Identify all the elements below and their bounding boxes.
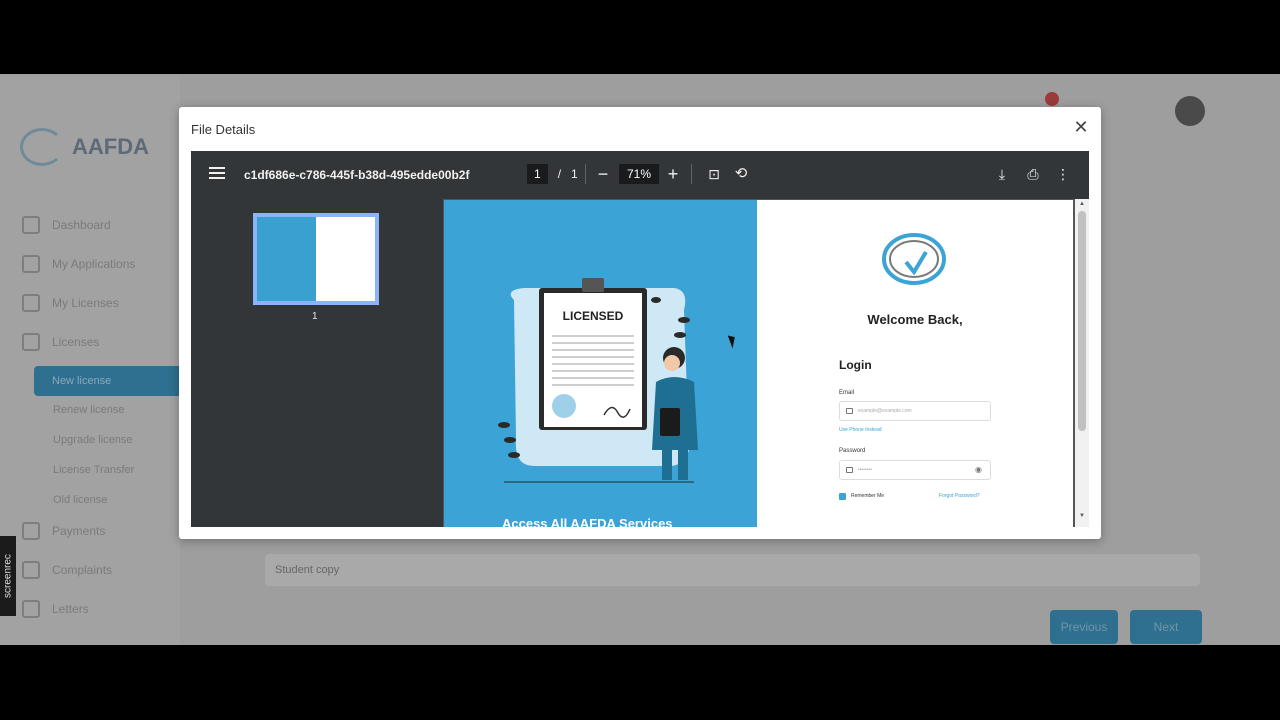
thumbnail-pane: 1 <box>191 199 443 527</box>
pdf-filename: c1df686e-c786-445f-b38d-495edde00b2f <box>244 168 470 182</box>
sidebar-item-letters[interactable]: Letters <box>22 600 89 618</box>
pdf-toolbar: c1df686e-c786-445f-b38d-495edde00b2f 1 /… <box>191 151 1089 199</box>
sidebar-item-complaints[interactable]: Complaints <box>22 561 112 579</box>
zoom-out-icon[interactable]: − <box>592 164 614 186</box>
remember-me-label: Remember Me <box>851 493 885 499</box>
page-number-input[interactable]: 1 <box>527 164 548 184</box>
applications-icon <box>22 255 40 273</box>
password-label: Password <box>839 448 866 454</box>
access-services-text: Access All AAFDA Services <box>502 516 673 527</box>
download-icon[interactable]: ⤓ <box>991 164 1013 186</box>
print-icon[interactable]: ⎙ <box>1022 164 1044 186</box>
sidebar-item-renew-license[interactable]: Renew license <box>53 404 125 416</box>
fit-page-icon[interactable]: ⊡ <box>703 164 725 186</box>
previous-button[interactable]: Previous <box>1050 610 1118 644</box>
payments-icon <box>22 522 40 540</box>
aafda-logo-icon <box>882 233 946 285</box>
licensed-illustration: LICENSED <box>498 278 698 483</box>
email-label: Email <box>839 390 855 396</box>
row-label: Student copy <box>275 564 340 576</box>
page-total: 1 <box>571 167 578 181</box>
toolbar-divider <box>691 164 692 184</box>
password-field: •••••••• ◉ <box>839 460 991 480</box>
notification-icon[interactable] <box>1045 92 1059 106</box>
licensed-label: LICENSED <box>563 309 624 323</box>
sidebar-item-applications[interactable]: My Applications <box>22 255 135 273</box>
lock-icon <box>846 467 853 473</box>
avatar[interactable] <box>1175 96 1205 126</box>
email-field: example@example.com <box>839 401 991 421</box>
sidebar-item-license-transfer[interactable]: License Transfer <box>53 464 134 476</box>
page-thumbnail[interactable] <box>253 213 379 305</box>
app-logo: AAFDA <box>20 128 149 166</box>
license-group-icon <box>22 333 40 351</box>
modal-title: File Details <box>191 122 256 137</box>
toolbar-divider <box>585 164 586 184</box>
app-background: AAFDA Dashboard My Applications My Licen… <box>0 74 1280 645</box>
next-button[interactable]: Next <box>1130 610 1202 644</box>
sidebar-item-new-license[interactable]: New license <box>34 366 180 396</box>
illustration-panel: LICENSED Access All AAFDA Services <box>444 200 757 527</box>
eye-icon: ◉ <box>975 465 982 474</box>
menu-icon[interactable] <box>209 167 225 181</box>
pdf-viewer: c1df686e-c786-445f-b38d-495edde00b2f 1 /… <box>191 151 1089 527</box>
scrollbar-thumb[interactable] <box>1078 211 1086 431</box>
sidebar-item-my-licenses[interactable]: My Licenses <box>22 294 119 312</box>
more-options-icon[interactable]: ⋮ <box>1052 164 1074 186</box>
login-panel: Welcome Back, Login Email example@exampl… <box>757 200 1073 527</box>
screenrec-badge: screenrec <box>0 536 16 616</box>
scroll-up-icon[interactable]: ▲ <box>1078 201 1086 207</box>
pdf-scrollbar[interactable]: ▲ ▼ <box>1075 199 1089 527</box>
mail-icon <box>846 408 853 414</box>
sidebar-item-upgrade-license[interactable]: Upgrade license <box>53 434 133 446</box>
sidebar: AAFDA Dashboard My Applications My Licen… <box>0 76 180 645</box>
brand-name: AAFDA <box>72 134 149 159</box>
licenses-icon <box>22 294 40 312</box>
remember-checkbox <box>839 493 846 500</box>
zoom-input[interactable]: 71% <box>619 164 660 184</box>
logo-ring-icon <box>20 128 64 166</box>
file-details-modal: File Details ✕ c1df686e-c786-445f-b38d-4… <box>179 107 1101 539</box>
login-heading: Login <box>839 358 872 372</box>
sidebar-item-payments[interactable]: Payments <box>22 522 105 540</box>
forgot-password-link: Forgot Password? <box>939 493 980 499</box>
page-separator: / <box>557 167 562 181</box>
thumbnail-illustration <box>257 217 316 301</box>
sidebar-item-old-license[interactable]: Old license <box>53 494 107 506</box>
complaints-icon <box>22 561 40 579</box>
pdf-page: LICENSED Access All AAFDA Services Welco… <box>444 200 1073 527</box>
rotate-icon[interactable]: ⟲ <box>730 164 752 186</box>
use-phone-link: Use Phone Instead <box>839 427 882 433</box>
thumbnail-number: 1 <box>312 311 318 322</box>
sidebar-item-licenses[interactable]: Licenses <box>22 333 99 351</box>
page-indicator: 1 / 1 <box>527 164 578 184</box>
zoom-in-icon[interactable]: + <box>662 164 684 186</box>
sidebar-item-dashboard[interactable]: Dashboard <box>22 216 111 234</box>
scroll-down-icon[interactable]: ▼ <box>1078 513 1086 519</box>
close-icon[interactable]: ✕ <box>1073 118 1089 136</box>
letters-icon <box>22 600 40 618</box>
dashboard-icon <box>22 216 40 234</box>
table-row: Student copy <box>265 554 1200 586</box>
welcome-heading: Welcome Back, <box>867 312 963 327</box>
